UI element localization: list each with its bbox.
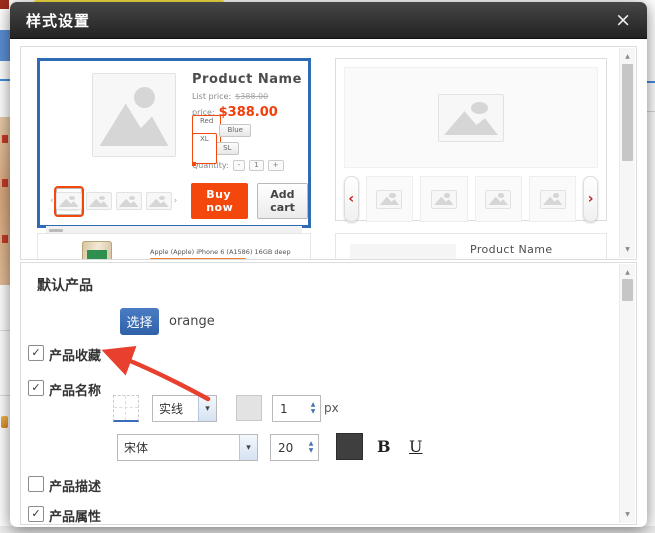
carousel-thumb — [529, 176, 576, 222]
select-arrow-icon: ▾ — [239, 435, 257, 460]
product-info-preview: Product Name List price: $388.00 price: … — [192, 73, 302, 176]
preview-product-name: Product Name — [470, 243, 553, 256]
preview-product-name: Product Name — [192, 73, 302, 86]
thumbnail-icon — [86, 192, 112, 210]
template-card-list[interactable]: Apple (Apple) iPhone 6 (A1586) 16GB deep — [37, 233, 311, 260]
style-settings-dialog: 样式设置 × Product Name List price: $388.00 … — [10, 2, 647, 527]
stepper-down-icon[interactable]: ▼ — [309, 448, 314, 454]
chevron-left-icon: ‹ — [48, 196, 56, 206]
checkbox-product-favorite[interactable]: ✓ — [28, 345, 44, 361]
product-favorite-label: 产品收藏 — [49, 345, 101, 364]
background-gray-line-right — [646, 111, 655, 112]
border-color-swatch[interactable] — [236, 395, 262, 421]
font-color-swatch[interactable] — [336, 433, 363, 460]
screen: 样式设置 × Product Name List price: $388.00 … — [0, 0, 655, 533]
add-cart-button: Add cart — [257, 183, 308, 219]
chevron-right-icon: › — [172, 196, 180, 206]
check-icon: ✓ — [31, 381, 40, 394]
background-divider — [0, 330, 10, 331]
quantity-minus: - — [233, 160, 246, 171]
font-size-value: 20 — [271, 435, 304, 460]
thumbnail-icon — [146, 192, 172, 210]
buy-now-button: Buy now — [191, 183, 248, 219]
quantity-value: 1 — [249, 160, 263, 171]
select-arrow-icon: ▾ — [198, 396, 216, 421]
preview-list-price: List price: $388.00 — [470, 259, 545, 260]
scroll-down-icon[interactable]: ▼ — [620, 243, 635, 256]
thumbnail-icon — [116, 192, 142, 210]
background-blue-line-left — [0, 79, 10, 81]
iphone-product-image — [82, 241, 112, 260]
scrollbar-thumb[interactable] — [622, 64, 633, 161]
list-price-label: List price: — [192, 93, 231, 101]
template-gallery-panel: Product Name List price: $388.00 price: … — [20, 46, 637, 260]
product-name-label: 产品名称 — [49, 380, 101, 399]
carousel-thumb — [420, 176, 467, 222]
checkbox-product-attributes[interactable]: ✓ — [28, 506, 44, 522]
carousel-thumb — [366, 176, 413, 222]
thumbnail-icon — [56, 192, 82, 210]
border-width-stepper[interactable]: 1 ▲ ▼ — [272, 395, 321, 422]
border-style-value: 实线 — [153, 396, 198, 421]
border-style-select[interactable]: 实线 ▾ — [152, 395, 217, 422]
chevron-right-icon: › — [583, 176, 598, 222]
selected-product-name: orange — [169, 314, 215, 329]
background-bottom-strip — [0, 526, 655, 533]
select-product-button[interactable]: 选择 — [120, 308, 159, 335]
color-option-blue: Blue — [219, 124, 251, 137]
chevron-left-icon: ‹ — [344, 176, 359, 222]
dialog-title: 样式设置 — [26, 10, 90, 31]
template-preview-top: Product Name List price: $388.00 price: … — [92, 73, 302, 176]
background-small-icon — [1, 416, 8, 428]
underline-button[interactable]: U — [409, 437, 422, 456]
check-icon: ✓ — [31, 507, 40, 520]
preview-product-title: Apple (Apple) iPhone 6 (A1586) 16GB deep — [150, 248, 291, 256]
default-product-label: 默认产品 — [37, 275, 93, 295]
close-icon[interactable]: × — [615, 11, 631, 30]
font-family-value: 宋体 — [118, 435, 239, 460]
preview-price-line — [150, 258, 246, 260]
scroll-up-icon[interactable]: ▲ — [620, 266, 635, 279]
border-width-unit: px — [324, 401, 339, 415]
carousel-thumb — [475, 176, 522, 222]
size-option-sl: SL — [215, 142, 239, 155]
scrollbar-thumb[interactable] — [622, 279, 633, 301]
image-placeholder — [350, 244, 456, 260]
preview-carousel: ‹ › — [344, 176, 598, 222]
price-value: $388.00 — [219, 106, 278, 119]
scroll-down-icon[interactable]: ▼ — [620, 508, 635, 521]
quantity-plus: + — [268, 160, 284, 171]
template-card-selected[interactable]: Product Name List price: $388.00 price: … — [37, 58, 311, 228]
gallery-scrollbar[interactable]: ▲ ▼ — [619, 48, 635, 258]
template-card-carousel[interactable]: ‹ › — [335, 58, 607, 221]
background-blue-element — [0, 30, 10, 61]
checkbox-product-description[interactable]: ✓ — [28, 476, 44, 492]
list-price-value: $388.00 — [235, 93, 268, 101]
size-option-xl: XL — [192, 133, 217, 164]
font-size-stepper[interactable]: 20 ▲ ▼ — [270, 434, 319, 461]
product-attributes-label: 产品属性 — [49, 506, 101, 525]
stepper-down-icon[interactable]: ▼ — [311, 409, 316, 415]
template-card-detail[interactable]: Product Name List price: $388.00 — [335, 233, 607, 260]
image-placeholder-icon — [438, 94, 504, 142]
dialog-header: 样式设置 × — [10, 2, 647, 39]
check-icon: ✓ — [31, 346, 40, 359]
border-position-picker[interactable] — [113, 395, 139, 422]
settings-scrollbar[interactable]: ▲ ▼ — [619, 264, 635, 523]
settings-panel: 默认产品 选择 orange ✓ 产品收藏 ✓ 产品名称 实线 ▾ — [20, 262, 637, 525]
bold-button[interactable]: B — [377, 437, 391, 456]
scroll-up-icon[interactable]: ▲ — [620, 50, 635, 63]
preview-thumbnails-row: ‹ › Buy now Add cart — [48, 183, 302, 219]
background-red-corner — [0, 0, 9, 9]
product-description-label: 产品描述 — [49, 476, 101, 495]
font-family-select[interactable]: 宋体 ▾ — [117, 434, 258, 461]
background-blue-line-right — [646, 81, 655, 83]
image-placeholder-icon — [92, 73, 176, 157]
preview-image-area — [344, 67, 598, 168]
border-width-value: 1 — [273, 396, 306, 421]
checkbox-product-name[interactable]: ✓ — [28, 380, 44, 396]
background-divider — [0, 395, 10, 396]
